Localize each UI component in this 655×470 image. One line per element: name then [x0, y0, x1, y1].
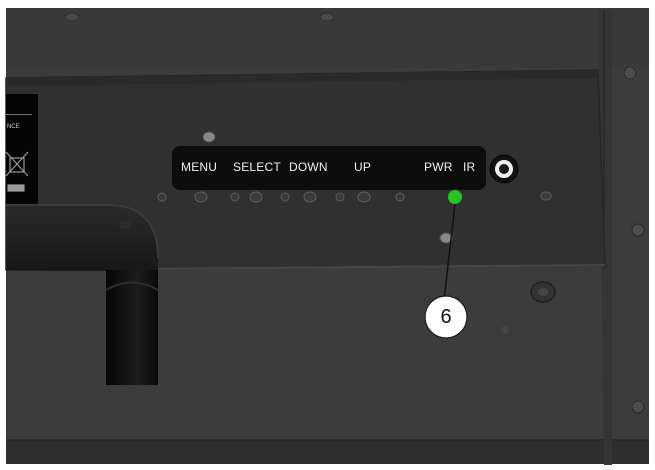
power-label: PWR	[424, 160, 453, 174]
ir-label: IR	[463, 160, 476, 174]
up-button-label: UP	[354, 160, 372, 174]
down-button-label: DOWN	[289, 160, 328, 174]
sticker-text: NCE	[7, 124, 20, 130]
monitor-rear-view: NCE MENU SELECT DOWN UP PWR IR 6	[0, 0, 655, 470]
power-led	[448, 190, 462, 204]
callout-number: 6	[440, 306, 452, 328]
select-button-label: SELECT	[233, 160, 281, 174]
monitor-back-illustration: NCE	[0, 0, 655, 470]
menu-button-label: MENU	[181, 160, 218, 174]
